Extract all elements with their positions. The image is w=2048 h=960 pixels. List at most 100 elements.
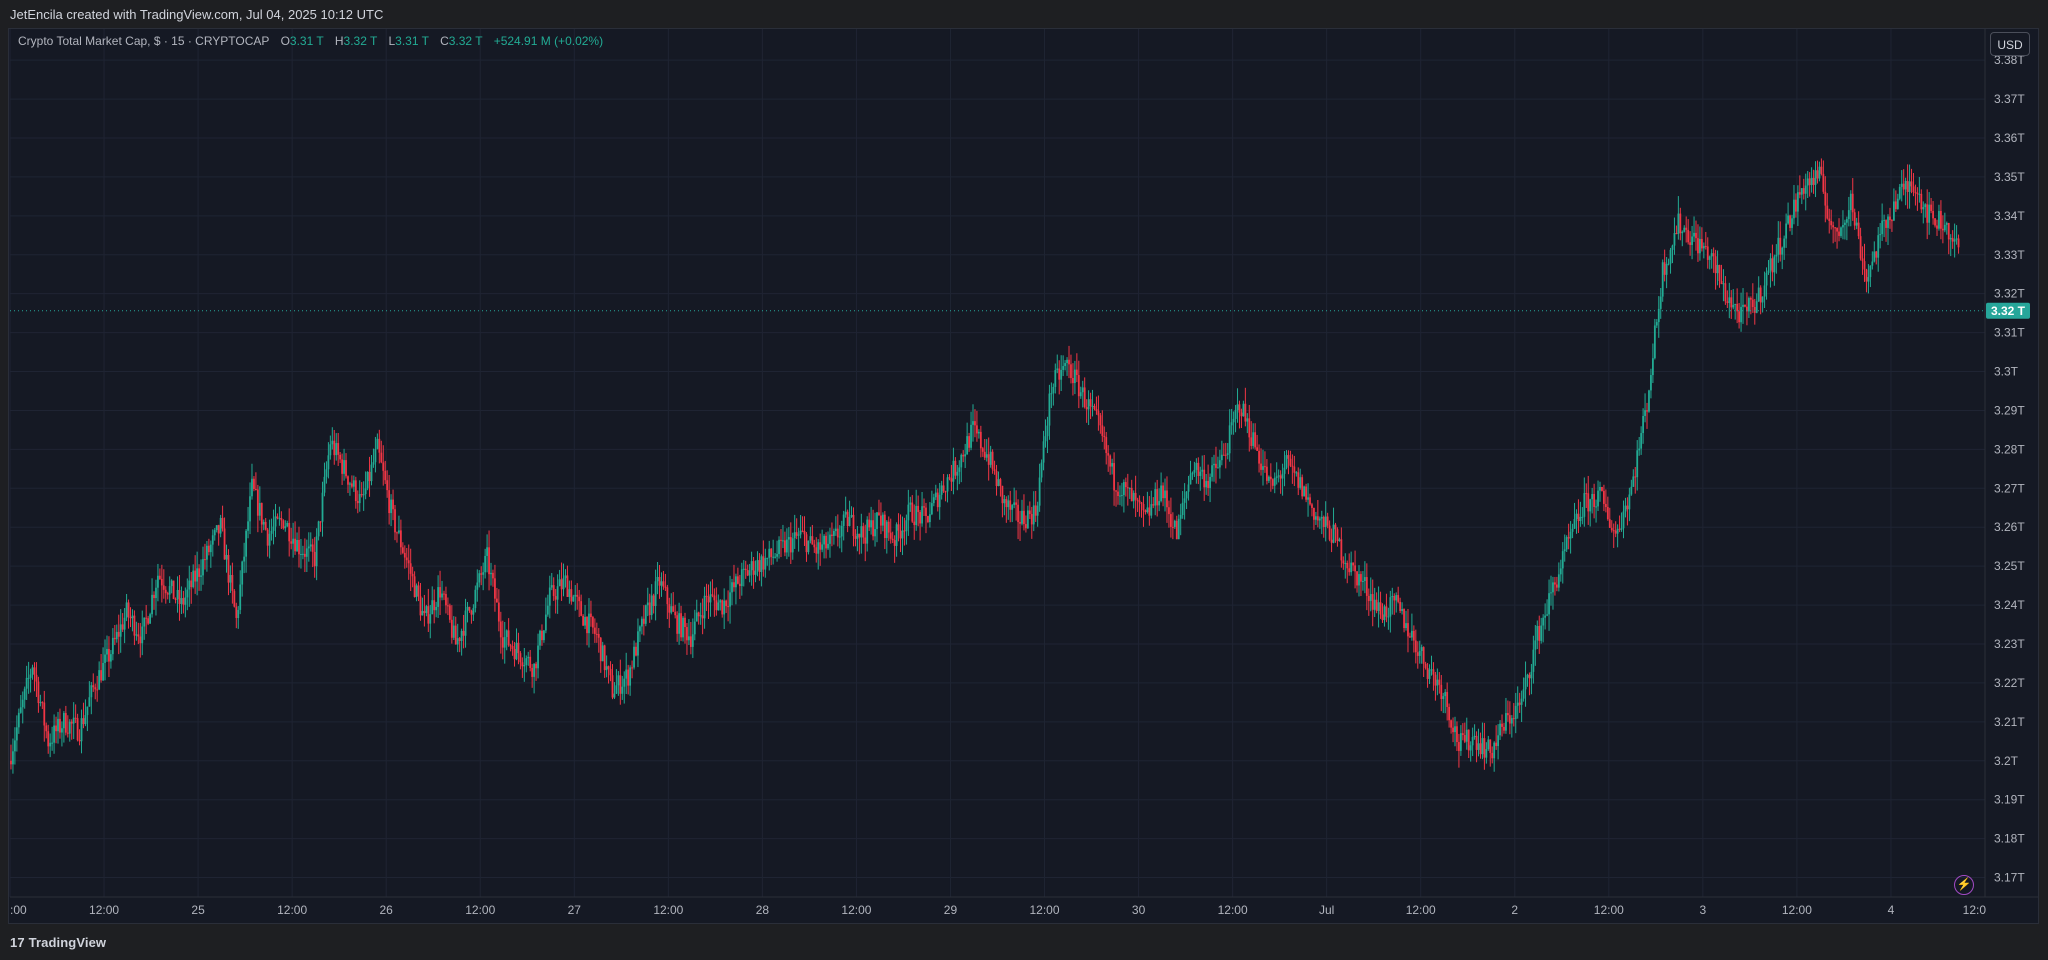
candle-body	[37, 681, 40, 703]
candle-body	[1377, 602, 1380, 611]
candle-body	[887, 521, 890, 533]
candle-body	[1540, 625, 1543, 641]
chart-canvas[interactable]: 3.38T3.37T3.36T3.35T3.34T3.33T3.32T3.31T…	[0, 0, 2048, 924]
candle-body	[1101, 425, 1104, 436]
candle-body	[1138, 500, 1141, 503]
candle-body	[676, 615, 679, 634]
candle-body	[25, 677, 28, 689]
candle-body	[756, 560, 759, 571]
candles	[10, 158, 1960, 774]
candle-body	[1730, 297, 1733, 308]
time-tick-label: 12:00	[1406, 903, 1436, 917]
candle-body	[733, 582, 735, 588]
candle-body	[72, 717, 75, 724]
candle-body	[1757, 287, 1760, 302]
candle-body	[805, 534, 808, 553]
candle-body	[527, 656, 530, 659]
candle-body	[339, 454, 342, 460]
candle-body	[819, 542, 822, 550]
candle-body	[1503, 726, 1505, 731]
candle-body	[345, 460, 347, 477]
candle-body	[635, 646, 637, 656]
candle-body	[1089, 399, 1092, 407]
candle-body	[421, 610, 424, 616]
candle-body	[1287, 455, 1290, 459]
candle-body	[1798, 192, 1801, 195]
candle-body	[1808, 178, 1811, 186]
candle-body	[1030, 514, 1033, 525]
candle-body	[448, 605, 451, 620]
lightning-bolt-icon[interactable]: ⚡	[1954, 875, 1974, 895]
candle-body	[1273, 477, 1276, 486]
candle-body	[688, 636, 690, 641]
candle-body	[1510, 718, 1513, 724]
candle-body	[1179, 515, 1182, 519]
currency-button[interactable]: USD	[1990, 32, 2030, 56]
candle-body	[517, 642, 520, 654]
candle-body	[1058, 368, 1061, 380]
candle-body	[1234, 410, 1237, 419]
candle-body	[932, 497, 935, 504]
candle-body	[1569, 531, 1572, 539]
tradingview-logo[interactable]: 17 TradingView	[10, 935, 106, 950]
candle-body	[1320, 517, 1323, 519]
candle-body	[795, 532, 798, 536]
candle-body	[239, 584, 242, 610]
candle-body	[860, 526, 863, 538]
time-tick-label: 12:0	[1963, 903, 1987, 917]
candle-body	[543, 630, 545, 641]
candle-body	[1505, 713, 1507, 731]
candle-body	[127, 602, 130, 618]
candle-body	[523, 664, 526, 667]
price-tick-label: 3.26T	[1994, 520, 2025, 534]
candle-body	[727, 606, 729, 608]
candle-body	[1859, 236, 1862, 259]
candle-body	[380, 452, 383, 463]
price-tick-label: 3.2T	[1994, 754, 2019, 768]
candle-body	[1646, 410, 1648, 412]
candle-body	[1473, 735, 1476, 738]
candle-body	[274, 516, 277, 527]
candle-body	[1753, 307, 1756, 313]
candle-body	[327, 455, 330, 470]
candle-body	[1495, 742, 1498, 747]
candle-body	[1906, 180, 1909, 192]
candle-body	[1538, 625, 1541, 641]
candle-body	[962, 454, 965, 457]
candle-body	[119, 624, 122, 637]
candle-body	[566, 575, 569, 597]
candle-body	[1489, 739, 1492, 753]
time-tick-label: 27	[568, 903, 582, 917]
candle-body	[1348, 568, 1351, 573]
candle-body	[711, 594, 714, 596]
candle-body	[952, 460, 955, 482]
candle-body	[1622, 511, 1625, 529]
candle-body	[580, 601, 583, 616]
candle-body	[170, 580, 173, 587]
candle-body	[1940, 210, 1942, 229]
candle-body	[1524, 677, 1527, 690]
candle-body	[376, 438, 379, 449]
candle-body	[1338, 539, 1341, 542]
candle-body	[1783, 238, 1786, 248]
time-tick-label: 12:00	[1030, 903, 1060, 917]
candle-body	[1166, 490, 1168, 508]
candle-body	[1248, 418, 1251, 438]
candle-body	[241, 561, 244, 585]
candle-body	[1769, 258, 1772, 271]
candle-body	[429, 614, 432, 624]
candle-body	[1871, 261, 1874, 266]
candle-body	[1003, 499, 1006, 504]
candle-body	[1659, 296, 1662, 309]
candle-body	[921, 506, 923, 524]
candle-body	[1822, 173, 1825, 192]
candle-body	[1851, 193, 1854, 213]
candle-body	[752, 561, 755, 575]
candle-body	[1902, 183, 1905, 190]
candle-body	[1863, 261, 1866, 270]
candle-body	[1105, 437, 1108, 454]
candle-body	[1189, 474, 1192, 485]
candle-body	[1365, 577, 1368, 596]
candle-body	[985, 454, 988, 458]
open-value: 3.31 T	[289, 34, 324, 48]
